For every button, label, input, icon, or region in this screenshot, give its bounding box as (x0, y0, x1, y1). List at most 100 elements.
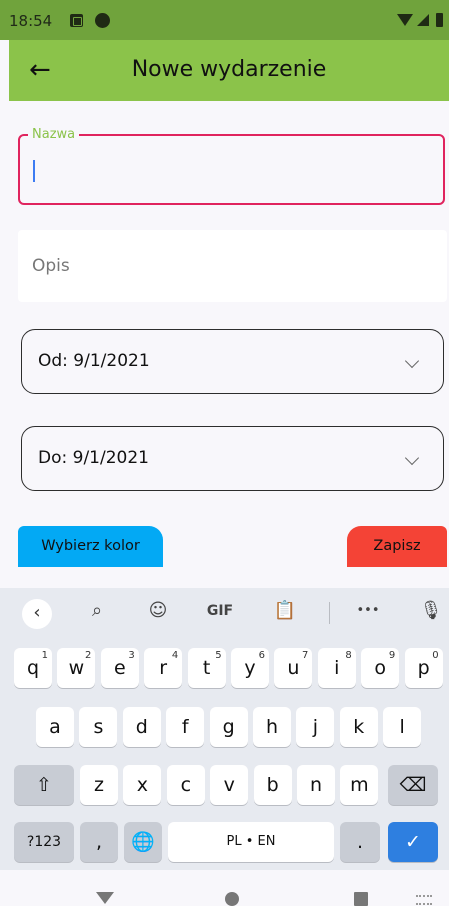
key-n[interactable]: n (297, 765, 335, 805)
clipboard-icon[interactable]: 📋 (268, 600, 302, 621)
soft-keyboard: ‹ ⌕ ☺ GIF 📋 ••• 🎙 q1w2e3r4t5y6u7i8o9p0as… (0, 588, 449, 870)
app-notification-icon (95, 13, 110, 28)
key-i[interactable]: i8 (317, 648, 356, 688)
key-w-label: w (68, 657, 85, 679)
key-k-label: k (353, 716, 365, 738)
keyboard-toolbar: ‹ ⌕ ☺ GIF 📋 ••• 🎙 (0, 588, 449, 636)
app-bar: ← Nowe wydarzenie (9, 40, 449, 101)
key-u[interactable]: u7 (274, 648, 313, 688)
chevron-down-icon (404, 353, 420, 369)
globe-icon[interactable]: 🌐 (124, 822, 162, 862)
key-z[interactable]: z (80, 765, 118, 805)
key-o-digit: 9 (388, 650, 396, 661)
key-l[interactable]: l (383, 707, 422, 747)
notification-icon (70, 14, 83, 27)
key-c[interactable]: c (166, 765, 205, 805)
back-nav-icon[interactable] (96, 892, 114, 904)
date-to-value: Do: 9/1/2021 (38, 448, 149, 468)
key-n-label: n (309, 774, 323, 796)
more-icon[interactable]: ••• (351, 603, 385, 618)
choose-color-button[interactable]: Wybierz kolor (18, 526, 163, 567)
key-w-digit: 2 (85, 650, 92, 661)
microphone-icon[interactable]: 🎙 (414, 600, 448, 621)
key-j-label: j (312, 716, 319, 738)
period-key[interactable]: . (340, 822, 380, 862)
enter-key[interactable]: ✓ (388, 822, 438, 862)
key-f[interactable]: f (166, 707, 205, 747)
key-i-digit: 8 (345, 650, 352, 661)
backspace-key[interactable]: ⌫ (388, 765, 438, 805)
key-d-label: d (135, 716, 148, 738)
symbols-key[interactable]: ?123 (14, 822, 74, 862)
key-x-label: x (136, 774, 149, 796)
keyboard-switch-icon[interactable] (416, 895, 432, 905)
space-key[interactable]: PL • EN (168, 822, 334, 862)
description-placeholder: Opis (32, 256, 70, 276)
home-nav-icon[interactable] (225, 892, 239, 906)
key-b-label: b (266, 774, 279, 796)
name-input-label: Nazwa (28, 127, 80, 142)
key-m[interactable]: m (340, 765, 379, 805)
key-c-label: c (180, 774, 192, 796)
globe-icon-label: 🌐 (131, 831, 155, 853)
key-t-digit: 5 (215, 650, 222, 661)
key-z-label: z (94, 774, 104, 796)
date-to-dropdown[interactable]: Do: 9/1/2021 (21, 426, 444, 491)
key-g-label: g (222, 716, 235, 738)
key-x[interactable]: x (123, 765, 162, 805)
key-f-label: f (181, 716, 189, 738)
chevron-left-icon[interactable]: ‹ (22, 599, 52, 629)
key-e[interactable]: e3 (100, 648, 139, 688)
wifi-icon (397, 14, 413, 26)
key-h-label: h (265, 716, 279, 738)
enter-key-label: ✓ (405, 831, 421, 853)
key-o[interactable]: o9 (361, 648, 400, 688)
key-p-label: p (417, 657, 430, 679)
shift-key[interactable]: ⇧ (14, 765, 74, 805)
key-h[interactable]: h (253, 707, 291, 747)
period-key-label: . (356, 831, 364, 853)
key-w[interactable]: w2 (57, 648, 96, 688)
key-a[interactable]: a (36, 707, 74, 747)
status-time: 18:54 (9, 12, 53, 30)
comma-key-label: , (95, 831, 103, 853)
gif-button[interactable]: GIF (203, 603, 237, 619)
save-button[interactable]: Zapisz (347, 526, 447, 567)
key-y[interactable]: y6 (231, 648, 269, 688)
key-t-label: t (202, 657, 211, 679)
date-from-value: Od: 9/1/2021 (38, 351, 150, 371)
description-input[interactable]: Opis (18, 230, 447, 302)
key-g[interactable]: g (209, 707, 248, 747)
toolbar-divider (329, 602, 330, 624)
recents-nav-icon[interactable] (354, 892, 368, 906)
battery-icon (436, 13, 443, 27)
key-b[interactable]: b (253, 765, 292, 805)
key-y-digit: 6 (258, 650, 265, 661)
key-y-label: y (244, 657, 256, 679)
symbols-key-label: ?123 (26, 834, 62, 850)
key-v[interactable]: v (210, 765, 249, 805)
page-title: Nowe wydarzenie (131, 57, 327, 82)
key-p-digit: 0 (432, 650, 439, 661)
key-t[interactable]: t5 (187, 648, 226, 688)
key-j[interactable]: j (296, 707, 335, 747)
name-input[interactable]: Nazwa (18, 127, 445, 205)
key-d[interactable]: d (122, 707, 161, 747)
key-i-label: i (334, 657, 340, 679)
date-from-dropdown[interactable]: Od: 9/1/2021 (21, 329, 444, 394)
key-p[interactable]: p0 (404, 648, 443, 688)
key-r[interactable]: r4 (144, 648, 183, 688)
key-m-label: m (350, 774, 369, 796)
chevron-down-icon (404, 450, 420, 466)
key-q-label: q (26, 657, 40, 679)
key-e-digit: 3 (128, 650, 135, 661)
key-k[interactable]: k (339, 707, 378, 747)
sticker-icon[interactable]: ☺ (141, 600, 175, 621)
key-s[interactable]: s (79, 707, 118, 747)
key-r-label: r (159, 657, 168, 679)
key-q[interactable]: q1 (14, 648, 52, 688)
comma-key[interactable]: , (80, 822, 118, 862)
search-icon[interactable]: ⌕ (80, 600, 114, 621)
key-a-label: a (49, 716, 61, 738)
backspace-key-label: ⌫ (399, 774, 427, 796)
